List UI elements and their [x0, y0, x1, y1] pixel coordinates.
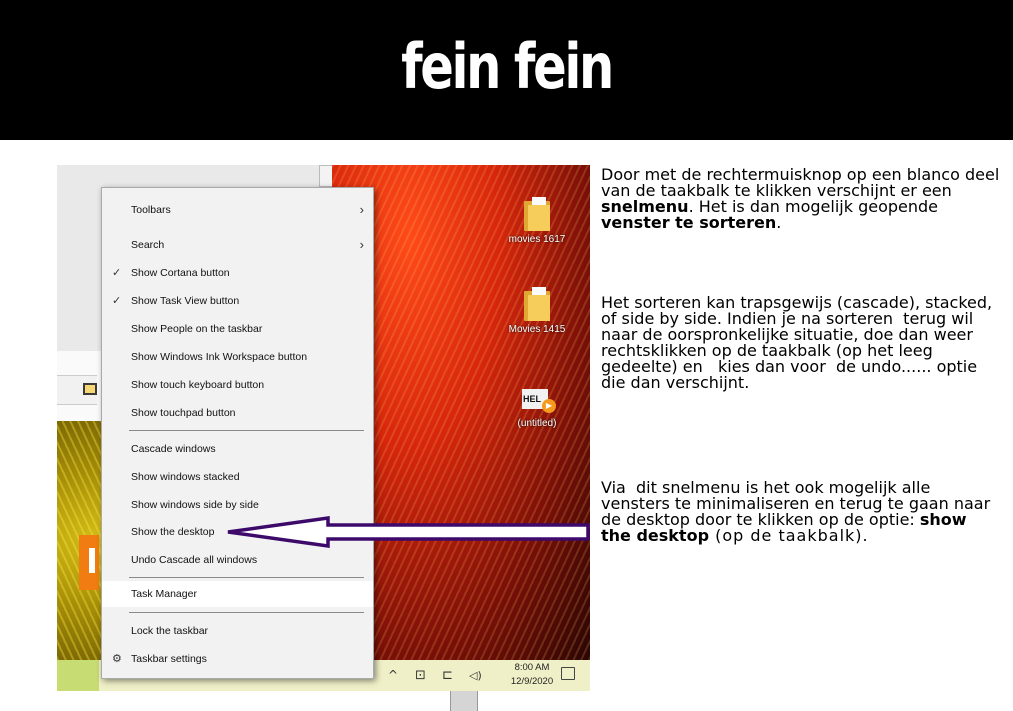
scrollbar-thumb[interactable] [319, 165, 333, 187]
video-file-icon: HEL ▶ [520, 387, 556, 415]
clock-time: 8:00 AM [514, 662, 550, 673]
header-band: fein fein [0, 0, 1013, 140]
explanation-paragraph-1: Door met de rechtermuisknop op een blanc… [601, 165, 1005, 232]
windows-screenshot: movies 1617 Movies 1415 HEL ▶ (untitled)… [57, 165, 590, 691]
menu-separator [129, 577, 364, 578]
menu-item-toolbars[interactable]: Toolbars › [102, 197, 373, 223]
desktop-icon-label: Movies 1415 [508, 324, 566, 335]
folder-icon [524, 287, 550, 321]
checkmark-icon: ✓ [112, 295, 122, 307]
menu-item-show-windows-side-by-side[interactable]: Show windows side by side [102, 492, 373, 518]
wifi-icon[interactable]: ⊡ [415, 660, 426, 691]
explanation-paragraph-2: Het sorteren kan trapsgewijs (cascade), … [601, 293, 998, 392]
menu-item-undo-cascade[interactable]: Undo Cascade all windows [102, 547, 373, 573]
desktop-icon-movies-1415[interactable]: Movies 1415 [505, 287, 569, 335]
menu-item-show-people[interactable]: Show People on the taskbar [102, 316, 373, 342]
menu-item-search[interactable]: Search › [102, 232, 373, 258]
bold-term: venster te sorteren [601, 213, 777, 232]
gear-icon: ⚙ [112, 653, 122, 665]
orange-window-mark [89, 548, 95, 573]
menu-item-show-touchpad[interactable]: Show touchpad button [102, 400, 373, 426]
menu-item-show-the-desktop[interactable]: Show the desktop [102, 519, 373, 545]
menu-item-show-windows-stacked[interactable]: Show windows stacked [102, 464, 373, 490]
network-icon[interactable]: ⊏ [442, 660, 453, 691]
menu-item-show-cortana[interactable]: ✓ Show Cortana button [102, 260, 373, 286]
clock-date: 12/9/2020 [510, 676, 554, 687]
menu-item-show-task-view[interactable]: ✓ Show Task View button [102, 288, 373, 314]
clock[interactable]: 8:00 AM 12/9/2020 [509, 661, 555, 689]
menu-item-cascade-windows[interactable]: Cascade windows [102, 436, 373, 462]
explanation-paragraph-3: Via dit snelmenu is het ook mogelijk all… [601, 478, 996, 545]
desktop-icon-label: (untitled) [517, 418, 557, 429]
taskbar-context-menu: Toolbars › Search › ✓ Show Cortana butto… [101, 187, 374, 679]
chevron-right-icon: › [359, 202, 364, 217]
slide-title: fein fein [401, 30, 614, 103]
desktop-icon-untitled[interactable]: HEL ▶ (untitled) [505, 387, 569, 429]
checkmark-icon: ✓ [112, 267, 122, 279]
taskbar-left-area [57, 660, 99, 691]
volume-icon[interactable]: ◁) [469, 660, 482, 691]
menu-item-taskbar-settings[interactable]: ⚙ Taskbar settings [102, 646, 373, 672]
desktop-icon-movies-1617[interactable]: movies 1617 [505, 197, 569, 245]
window-layout-icon[interactable] [83, 383, 97, 395]
desktop-icon-label: movies 1617 [508, 234, 566, 245]
chevron-right-icon: › [359, 237, 364, 252]
notification-icon[interactable] [561, 667, 575, 680]
menu-separator [129, 430, 364, 431]
window-edge-below [450, 691, 478, 711]
menu-item-show-ink-workspace[interactable]: Show Windows Ink Workspace button [102, 344, 373, 370]
menu-item-show-touch-keyboard[interactable]: Show touch keyboard button [102, 372, 373, 398]
chevron-up-icon[interactable]: ^ [388, 660, 398, 691]
folder-icon [524, 197, 550, 231]
system-tray: ^ ⊡ ⊏ ◁) 8:00 AM 12/9/2020 [382, 660, 590, 691]
menu-item-lock-taskbar[interactable]: Lock the taskbar [102, 618, 373, 644]
menu-item-task-manager[interactable]: Task Manager [102, 581, 373, 607]
menu-separator [129, 612, 364, 613]
